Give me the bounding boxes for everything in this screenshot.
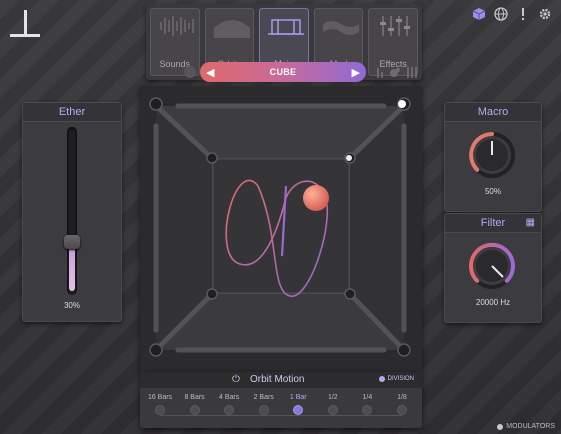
- main-icon: [268, 19, 305, 35]
- step-2-bars[interactable]: 2 Bars: [248, 394, 280, 415]
- orbit-visualizer[interactable]: [140, 86, 422, 372]
- preset-tools: [377, 67, 417, 78]
- mod-icon: [322, 21, 359, 35]
- step-1-bar[interactable]: 1 Bar: [282, 394, 314, 415]
- cube-view-icon[interactable]: [471, 6, 487, 22]
- modulators-label: MODULATORS: [506, 423, 555, 430]
- orbit-motion-title: Orbit Motion: [250, 374, 305, 385]
- info-icon[interactable]: [515, 6, 531, 22]
- settings-gear-icon[interactable]: [537, 6, 553, 22]
- step-1-4[interactable]: 1/4: [351, 394, 383, 415]
- macro-value: 50%: [484, 187, 501, 196]
- division-label: DIVISION: [387, 376, 414, 382]
- filter-panel: Filter ▦ 20000 Hz: [444, 213, 542, 323]
- step-16-bars[interactable]: 16 Bars: [144, 394, 176, 415]
- filter-grid-icon[interactable]: ▦: [526, 217, 535, 228]
- triangle-left-icon[interactable]: ◀: [206, 66, 214, 79]
- division-steps: 16 Bars 8 Bars 4 Bars 2 Bars 1 Bar 1/2 1…: [144, 394, 418, 415]
- waveform-icon: [160, 16, 194, 36]
- orbit-ball[interactable]: [303, 185, 329, 211]
- filter-value: 20000 Hz: [475, 298, 511, 307]
- step-4-bars[interactable]: 4 Bars: [213, 394, 245, 415]
- filter-knob[interactable]: [468, 242, 516, 290]
- preset-selector[interactable]: ◀ CUBE ▶: [200, 62, 366, 82]
- ether-value: 30%: [63, 301, 80, 310]
- top-right-toolbar: [471, 6, 553, 22]
- orbit-motion-panel: ⏻ Orbit Motion DIVISION 16 Bars 8 Bars 4…: [140, 372, 422, 428]
- ether-panel: Ether 30%: [22, 102, 122, 322]
- ether-slider[interactable]: [64, 127, 80, 295]
- macro-title: Macro: [445, 103, 541, 122]
- ether-title: Ether: [23, 103, 121, 122]
- step-8-bars[interactable]: 8 Bars: [179, 394, 211, 415]
- dots-icon: [390, 68, 400, 77]
- orbits-icon: [213, 20, 250, 38]
- power-icon[interactable]: ⏻: [232, 374, 240, 385]
- preset-option-icon[interactable]: [184, 66, 196, 78]
- step-rail: [160, 415, 402, 416]
- triangle-right-icon[interactable]: ▶: [352, 66, 360, 79]
- modulators-indicator-icon: [497, 423, 504, 430]
- mixer-icon: [407, 67, 417, 78]
- cube-display[interactable]: [140, 86, 422, 372]
- app-logo: [10, 10, 40, 38]
- macro-knob[interactable]: [468, 131, 516, 179]
- step-1-8[interactable]: 1/8: [386, 394, 418, 415]
- step-1-2[interactable]: 1/2: [317, 394, 349, 415]
- division-indicator-icon: [378, 376, 385, 382]
- globe-icon[interactable]: [493, 6, 509, 22]
- corner-light-icon: [398, 100, 406, 108]
- preset-name: CUBE: [269, 67, 297, 77]
- ether-slider-fill: [69, 243, 75, 291]
- bars-icon: [377, 68, 383, 78]
- macro-panel: Macro 50%: [444, 102, 542, 212]
- ether-slider-handle[interactable]: [64, 235, 80, 249]
- division-toggle[interactable]: DIVISION: [378, 376, 414, 382]
- effects-sliders-icon: [380, 16, 411, 36]
- modulators-button[interactable]: MODULATORS: [497, 423, 555, 430]
